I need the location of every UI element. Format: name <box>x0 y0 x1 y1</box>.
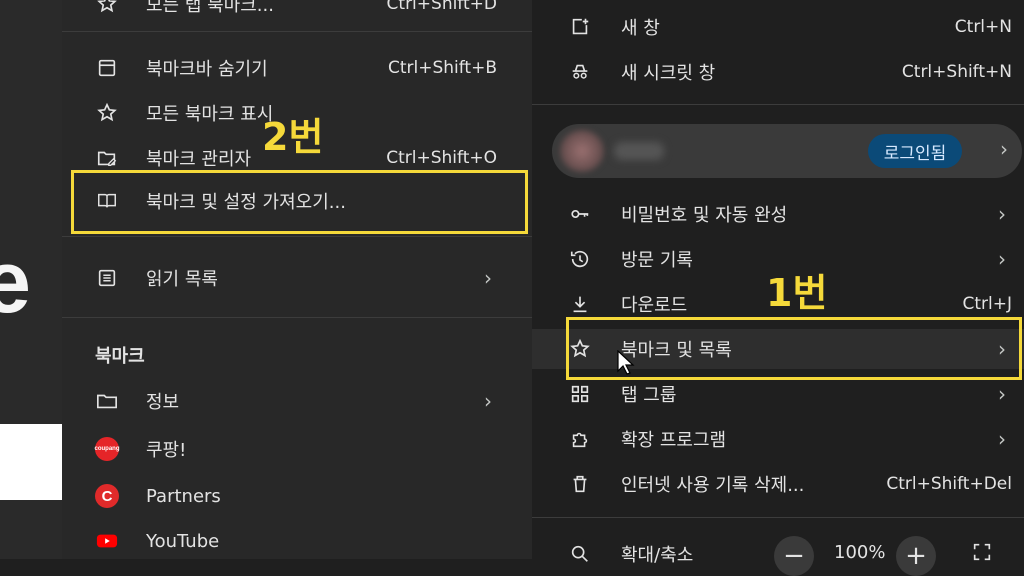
new-incognito-window-item[interactable]: 새 시크릿 창 Ctrl+Shift+N <box>532 52 1024 92</box>
puzzle-icon <box>568 427 592 451</box>
star-icon <box>95 101 119 125</box>
grid-icon <box>568 382 592 406</box>
menu-item-label: 모든 탭 북마크... <box>146 0 274 16</box>
profile-row[interactable]: 로그인됨 › <box>552 124 1022 178</box>
divider <box>532 104 1024 105</box>
menu-item-label: 새 시크릿 창 <box>621 63 716 84</box>
reading-list-icon <box>95 266 119 290</box>
menu-item-label: 인터넷 사용 기록 삭제... <box>621 475 805 496</box>
reading-list-item[interactable]: 읽기 목록 › <box>62 258 532 298</box>
partners-favicon: C <box>95 484 119 508</box>
history-icon <box>568 247 592 271</box>
chevron-right-icon: › <box>998 247 1006 271</box>
bookmarks-submenu: 모든 탭 북마크... Ctrl+Shift+D 북마크바 숨기기 Ctrl+S… <box>62 0 532 559</box>
hide-bookmark-bar-item[interactable]: 북마크바 숨기기 Ctrl+Shift+B <box>62 48 532 88</box>
divider <box>532 517 1024 518</box>
chevron-right-icon: › <box>998 382 1006 406</box>
background-page: e <box>0 0 62 559</box>
shortcut-label: Ctrl+Shift+B <box>387 58 497 78</box>
download-icon <box>568 292 592 316</box>
background-letter: e <box>0 232 31 331</box>
zoom-icon <box>568 542 592 566</box>
zoom-value: 100% <box>834 542 886 563</box>
divider <box>62 317 532 318</box>
chevron-right-icon: › <box>998 202 1006 226</box>
new-window-icon <box>568 15 592 39</box>
shortcut-label: Ctrl+J <box>962 294 1012 314</box>
step2-highlight-box <box>71 170 528 234</box>
menu-item-label: 정보 <box>146 392 180 413</box>
menu-item-label: 확장 프로그램 <box>621 430 727 451</box>
profile-name-blurred <box>614 142 664 160</box>
menu-item-label: 북마크 관리자 <box>146 149 252 170</box>
shortcut-label: Ctrl+N <box>954 17 1012 37</box>
step2-annotation: 2번 <box>262 115 324 159</box>
zoom-row: 확대/축소 − 100% + <box>532 534 1024 576</box>
passwords-autofill-item[interactable]: 비밀번호 및 자동 완성 › <box>532 194 1024 234</box>
menu-item-label: 다운로드 <box>621 295 688 316</box>
extensions-item[interactable]: 확장 프로그램 › <box>532 419 1024 459</box>
menu-item-label: 북마크바 숨기기 <box>146 59 268 80</box>
avatar <box>560 130 604 172</box>
chevron-right-icon: › <box>998 427 1006 451</box>
zoom-label: 확대/축소 <box>621 545 694 566</box>
coupang-favicon: coupang <box>95 437 120 461</box>
mouse-cursor-icon <box>617 350 635 375</box>
menu-item-label: 읽기 목록 <box>146 269 218 290</box>
menu-item-label: 쿠팡! <box>146 440 187 461</box>
clear-browsing-data-item[interactable]: 인터넷 사용 기록 삭제... Ctrl+Shift+Del <box>532 464 1024 504</box>
bookmarks-section-title: 북마크 <box>95 346 145 367</box>
menu-item-label: 방문 기록 <box>621 250 693 271</box>
bookmark-partners[interactable]: C Partners <box>62 476 532 516</box>
incognito-icon <box>568 60 592 84</box>
folder-icon <box>95 389 119 413</box>
divider <box>62 31 532 32</box>
bookmark-coupang[interactable]: coupang 쿠팡! <box>62 429 532 469</box>
menu-item-label: 모든 북마크 표시 <box>146 104 274 125</box>
zoom-in-button[interactable]: + <box>896 536 936 576</box>
divider <box>62 236 532 237</box>
menu-item-label: 비밀번호 및 자동 완성 <box>621 205 788 226</box>
fullscreen-icon[interactable] <box>970 540 994 564</box>
background-white-block <box>0 424 62 500</box>
key-icon <box>568 202 592 226</box>
menu-item-label: Partners <box>146 485 221 507</box>
star-icon <box>95 0 119 16</box>
chevron-right-icon: › <box>484 389 492 413</box>
shortcut-label: Ctrl+Shift+N <box>901 62 1012 82</box>
signed-in-badge: 로그인됨 <box>868 134 962 168</box>
youtube-favicon <box>95 529 119 553</box>
shortcut-label: Ctrl+Shift+D <box>386 0 497 14</box>
menu-item-label: YouTube <box>146 530 220 552</box>
trash-icon <box>568 472 592 496</box>
shortcut-label: Ctrl+Shift+Del <box>886 474 1012 494</box>
shortcut-label: Ctrl+Shift+O <box>386 148 497 168</box>
bookmark-all-tabs-item[interactable]: 모든 탭 북마크... Ctrl+Shift+D <box>62 0 532 24</box>
menu-item-label: 새 창 <box>621 18 660 39</box>
bookmark-youtube[interactable]: YouTube <box>62 521 532 561</box>
tab-groups-item[interactable]: 탭 그룹 › <box>532 374 1024 414</box>
step1-annotation: 1번 <box>766 271 828 315</box>
chevron-right-icon: › <box>484 266 492 290</box>
chevron-right-icon: › <box>1000 137 1008 161</box>
new-window-item[interactable]: 새 창 Ctrl+N <box>532 7 1024 47</box>
zoom-out-button[interactable]: − <box>774 536 814 576</box>
folder-edit-icon <box>95 146 119 170</box>
bookmark-folder-info[interactable]: 정보 › <box>62 381 532 421</box>
bookmark-bar-icon <box>95 56 119 80</box>
menu-item-label: 탭 그룹 <box>621 385 677 406</box>
